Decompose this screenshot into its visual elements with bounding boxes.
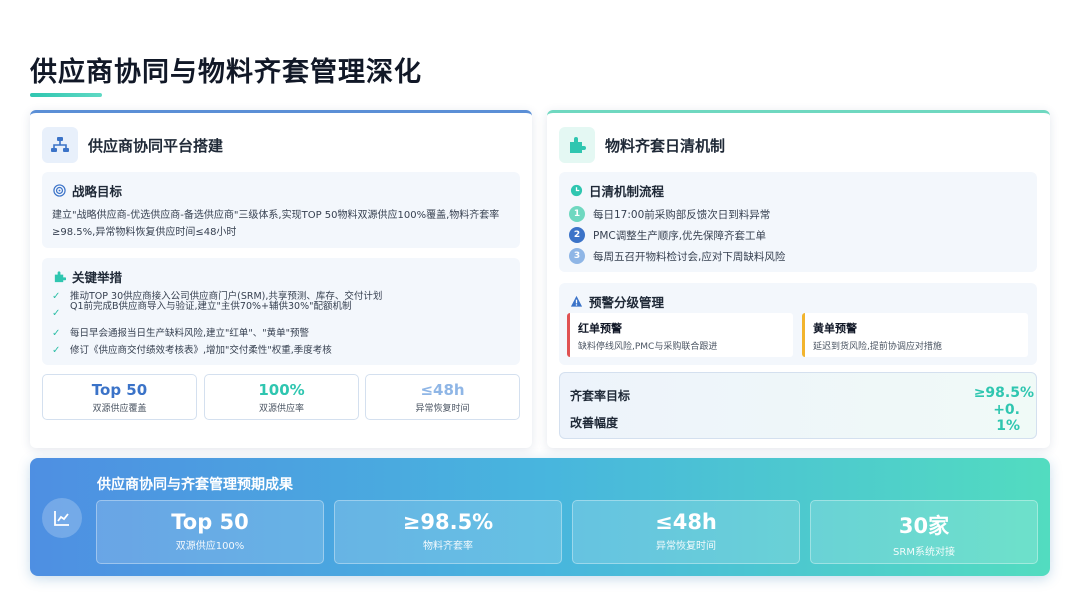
step-number: 3 (569, 248, 585, 264)
target-label: 齐套率目标 (570, 389, 631, 403)
improve-label: 改善幅度 (570, 416, 619, 430)
stat-card: Top 50 双源供应覆盖 (42, 374, 197, 420)
outcome-label: 异常恢复时间 (656, 541, 716, 552)
alert-title: 黄单预警 (813, 322, 857, 335)
stat-value: Top 50 (91, 381, 148, 399)
flow-step: 1 每日17:00前采购部反馈次日到料异常 (569, 206, 770, 222)
puzzle-icon (52, 270, 66, 284)
daily-flow-panel: 日清机制流程 1 每日17:00前采购部反馈次日到料异常 2 PMC调整生产顺序… (559, 172, 1037, 272)
outcome-value: ≥98.5% (402, 510, 494, 534)
red-alert-box: 红单预警 缺料停线风险,PMC与采购联合跟进 (567, 313, 793, 357)
strategic-goal-panel: 战略目标 建立"战略供应商-优选供应商-备选供应商"三级体系,实现TOP 50物… (42, 172, 520, 248)
outcome-stat: 30家 SRM系统对接 (810, 500, 1038, 564)
outcome-label: 物料齐套率 (423, 541, 473, 552)
improve-value: +0.1% (993, 402, 1020, 434)
step-number: 2 (569, 227, 585, 243)
card-title: 供应商协同平台搭建 (88, 136, 224, 155)
card-header: 供应商协同平台搭建 (42, 127, 223, 163)
check-icon: ✓ (52, 345, 61, 356)
panel-title: 关键举措 (72, 270, 123, 285)
puzzle-icon (559, 127, 595, 163)
stat-value: 100% (258, 381, 305, 399)
measure-item: ✓ Q1前完成B供应商导入与验证,建立"主供70%+辅供30%"配额机制 (52, 301, 352, 319)
step-number: 1 (569, 206, 585, 222)
supplier-platform-card: 供应商协同平台搭建 战略目标 建立"战略供应商-优选供应商-备选供应商"三级体系… (30, 110, 532, 448)
outcome-label: SRM系统对接 (893, 547, 955, 558)
panel-title: 战略目标 (72, 184, 123, 199)
card-title: 物料齐套日清机制 (605, 136, 726, 155)
stat-label: 双源供应率 (258, 404, 304, 414)
goal-text: 建立"战略供应商-优选供应商-备选供应商"三级体系,实现TOP 50物料双源供应… (52, 210, 500, 238)
stat-card: 100% 双源供应率 (204, 374, 359, 420)
outcome-stat: Top 50 双源供应100% (96, 500, 324, 564)
outcome-stat: ≥98.5% 物料齐套率 (334, 500, 562, 564)
outcomes-banner: 供应商协同与齐套管理预期成果 Top 50 双源供应100% ≥98.5% 物料… (30, 458, 1050, 576)
panel-title: 预警分级管理 (589, 295, 665, 310)
panel-title: 日清机制流程 (589, 184, 665, 199)
target-icon (52, 184, 66, 198)
card-header: 物料齐套日清机制 (559, 127, 725, 163)
clock-icon (569, 184, 583, 198)
measure-item: ✓ 每日早会通报当日生产缺料风险,建立"红单"、"黄单"预警 (52, 328, 309, 339)
flow-step: 2 PMC调整生产顺序,优先保障齐套工单 (569, 227, 766, 243)
stat-card: ≤48h 异常恢复时间 (365, 374, 520, 420)
alert-desc: 延迟到货风险,提前协调应对措施 (813, 342, 942, 352)
key-measures-panel: 关键举措 ✓ 推动TOP 30供应商接入公司供应商门户(SRM),共享预测、库存… (42, 258, 520, 365)
stat-value: ≤48h (420, 381, 465, 399)
material-kitting-card: 物料齐套日清机制 日清机制流程 1 每日17:00前采购部反馈次日到料异常 2 … (547, 110, 1050, 448)
outcome-label: 双源供应100% (175, 541, 245, 552)
network-icon (42, 127, 78, 163)
banner-title: 供应商协同与齐套管理预期成果 (97, 477, 293, 493)
check-icon: ✓ (52, 308, 61, 319)
target-value: ≥98.5% (973, 385, 1034, 401)
outcome-value: Top 50 (171, 510, 249, 534)
measure-item: ✓ 修订《供应商交付绩效考核表》,增加"交付柔性"权重,季度考核 (52, 345, 332, 356)
outcome-stat: ≤48h 异常恢复时间 (572, 500, 800, 564)
outcome-value: ≤48h (655, 510, 717, 534)
title-underline (30, 93, 102, 97)
stat-label: 双源供应覆盖 (92, 404, 147, 414)
alert-title: 红单预警 (578, 322, 622, 335)
page-title: 供应商协同与物料齐套管理深化 (30, 57, 422, 88)
kitting-rate-box: 齐套率目标 改善幅度 ≥98.5% +0.1% (559, 372, 1037, 439)
yellow-alert-box: 黄单预警 延迟到货风险,提前协调应对措施 (802, 313, 1028, 357)
outcome-value: 30家 (898, 514, 950, 538)
warning-icon (569, 295, 583, 309)
alert-desc: 缺料停线风险,PMC与采购联合跟进 (578, 342, 718, 352)
flow-step: 3 每周五召开物料检讨会,应对下周缺料风险 (569, 248, 785, 264)
stat-label: 异常恢复时间 (415, 404, 470, 414)
check-icon: ✓ (52, 328, 61, 339)
trend-chart-icon (42, 498, 82, 538)
